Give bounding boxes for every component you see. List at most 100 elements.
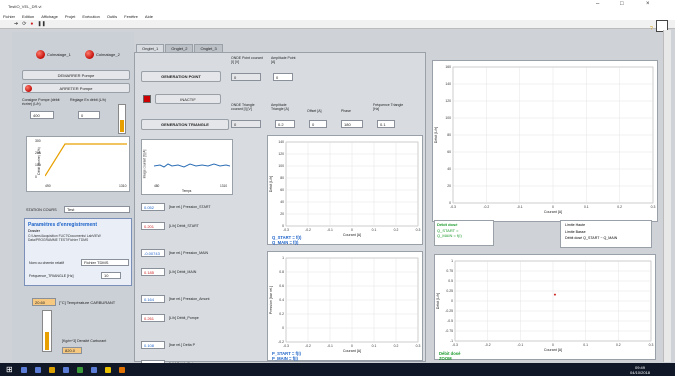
- x-tick: 1310: [119, 184, 127, 188]
- y-tick: 80: [447, 133, 451, 137]
- x-tick: -0.1: [327, 344, 333, 348]
- maximize-icon[interactable]: □: [620, 1, 624, 7]
- consigne-input[interactable]: 400: [30, 111, 54, 119]
- stop-pump-button[interactable]: ARRETER Pompe: [22, 83, 130, 93]
- abort-icon[interactable]: ●: [30, 21, 33, 27]
- tab-onglet-2[interactable]: Onglet_2: [165, 44, 194, 52]
- y-tick: 0: [451, 299, 453, 303]
- taskbar: ⊞ 09:49 04/10/2018: [0, 363, 675, 376]
- x-tick: 1310: [220, 184, 228, 188]
- taskbar-app-icon[interactable]: [48, 366, 55, 373]
- y-axis-label: Débit [L/h]: [269, 176, 273, 192]
- y-tick: 0.2: [279, 312, 284, 316]
- onde-point-display: 0: [231, 73, 261, 81]
- params-path: C:\Users\Acquisition FUCT\Documents\ Lab…: [28, 234, 101, 242]
- tab-onglet-3[interactable]: Onglet_3: [194, 44, 223, 52]
- temperature-display: 20.60: [32, 298, 56, 306]
- reading-value: 0.261: [141, 314, 165, 322]
- reading-label: [bar rel.] Pression_START: [169, 205, 211, 209]
- station-label: STATION COURS: [26, 208, 57, 212]
- dosed-legend-title: Débit dosé: [437, 222, 458, 227]
- start-icon[interactable]: ⊞: [6, 365, 13, 374]
- taskbar-app-icon[interactable]: [104, 366, 111, 373]
- x-tick: 0.1: [372, 344, 377, 348]
- taskbar-app-icon[interactable]: [62, 366, 69, 373]
- ampl-tri-input[interactable]: 0.2: [275, 120, 295, 128]
- x-tick: 0.1: [583, 343, 588, 347]
- nom-input[interactable]: Fichier TDMS: [81, 259, 129, 266]
- run-arrow-icon[interactable]: ➔: [14, 21, 18, 27]
- start-pump-button[interactable]: DEMARRER Pompe: [22, 70, 130, 80]
- station-input[interactable]: Test: [64, 206, 130, 213]
- inactif-button[interactable]: INACTIF: [155, 94, 221, 104]
- clock-date: 04/10/2018: [630, 369, 651, 375]
- x-axis-label: Courant [A]: [544, 210, 562, 214]
- run-continuous-icon[interactable]: ⟳: [22, 21, 26, 27]
- taskbar-app-icon[interactable]: [76, 366, 83, 373]
- thermometer: [42, 310, 52, 352]
- taskbar-app-icon[interactable]: [34, 366, 41, 373]
- menu-bar: Fichier Edition Affichage Projet Exécuti…: [0, 12, 675, 20]
- ampl-point-input[interactable]: 0: [273, 73, 293, 81]
- phase-label: Phase: [341, 109, 351, 113]
- menu-edition[interactable]: Edition: [22, 14, 34, 19]
- y-tick: 200: [35, 151, 41, 155]
- gen-point-button[interactable]: GENERATION POINT: [141, 71, 221, 82]
- menu-outils[interactable]: Outils: [107, 14, 117, 19]
- dosed-flow-plot: 160140120100806040200-0.3 -0.2 -0.1 0 0.1 0.2…: [434, 65, 655, 214]
- x-tick: 480: [154, 184, 160, 188]
- freq-input[interactable]: 10: [101, 272, 121, 279]
- help-icon[interactable]: ?: [650, 26, 653, 32]
- temperature-label: [°C] Température CARBURANT: [59, 300, 116, 305]
- led-colmatage-1: [36, 50, 45, 59]
- offset-input[interactable]: 0: [309, 120, 327, 128]
- y-tick: 40: [447, 167, 451, 171]
- flow-current-graph: 140 120 100 80 60 40 20 0 -0.3 -0.2 -0.1 0 0.1 0.2 0.3…: [267, 135, 423, 245]
- taskbar-app-icon[interactable]: [20, 366, 27, 373]
- menu-fichier[interactable]: Fichier: [3, 14, 15, 19]
- y-tick: 0.25: [446, 289, 453, 293]
- pause-icon[interactable]: ❚❚: [37, 21, 45, 27]
- y-tick: 80: [280, 176, 284, 180]
- inactif-led: [143, 95, 151, 103]
- zoom-plot: 10.750.50.250-0.25-0.5-0.75-1-0.3 -0.2 -0.…: [436, 259, 653, 361]
- ampl-tri-label: Amplitude Triangle [A]: [271, 103, 289, 111]
- menu-affichage[interactable]: Affichage: [41, 14, 58, 19]
- y-tick: 1: [282, 256, 284, 260]
- y-tick: -0.25: [445, 309, 453, 313]
- phase-input[interactable]: 180: [341, 120, 363, 128]
- gen-triangle-button[interactable]: GENERATION TRIANGLE: [141, 119, 229, 130]
- y-tick: 0.6: [279, 284, 284, 288]
- reglage-input[interactable]: 0: [78, 111, 100, 119]
- menu-projet[interactable]: Projet: [65, 14, 75, 19]
- close-icon[interactable]: ×: [646, 1, 650, 7]
- freq-tri-input[interactable]: 0.1: [377, 120, 395, 128]
- y-tick: 20: [447, 184, 451, 188]
- x-tick: -0.1: [327, 228, 333, 232]
- consigne-label: Consigne Pompe (débit écrire) (L/h): [22, 98, 60, 106]
- x-tick: -0.2: [305, 344, 311, 348]
- y-tick: 0.8: [279, 270, 284, 274]
- y-tick: -0.5: [447, 319, 453, 323]
- gen-point-label: GENERATION POINT: [161, 74, 201, 79]
- level-slider[interactable]: [118, 104, 126, 134]
- freq-tri-label: Fréquence Triangle [Hz]: [373, 103, 404, 111]
- menu-fenetre[interactable]: Fenêtre: [124, 14, 138, 19]
- minimize-icon[interactable]: –: [596, 1, 599, 7]
- y-tick: 40: [280, 200, 284, 204]
- x-tick: 0.2: [616, 343, 621, 347]
- menu-execution[interactable]: Exécution: [82, 14, 100, 19]
- menu-aide[interactable]: Aide: [145, 14, 153, 19]
- current-graph-ylabel: Image courant [I] [A]: [142, 149, 147, 179]
- reading-value: 0.164: [141, 295, 165, 303]
- reading-value: 0.052: [141, 203, 165, 211]
- vertical-scrollbar[interactable]: [663, 30, 671, 362]
- y-tick: 0.75: [446, 269, 453, 273]
- led-colmatage-1-label: Colmatage_1: [47, 52, 71, 57]
- taskbar-app-icon[interactable]: [118, 366, 125, 373]
- tab-onglet-1[interactable]: Onglet_1: [136, 44, 165, 52]
- taskbar-app-icon[interactable]: [90, 366, 97, 373]
- reglage-label: Réglage En débit (L/h): [70, 98, 106, 102]
- x-tick: 0: [552, 205, 554, 209]
- led-colmatage-2-label: Colmatage_2: [96, 52, 120, 57]
